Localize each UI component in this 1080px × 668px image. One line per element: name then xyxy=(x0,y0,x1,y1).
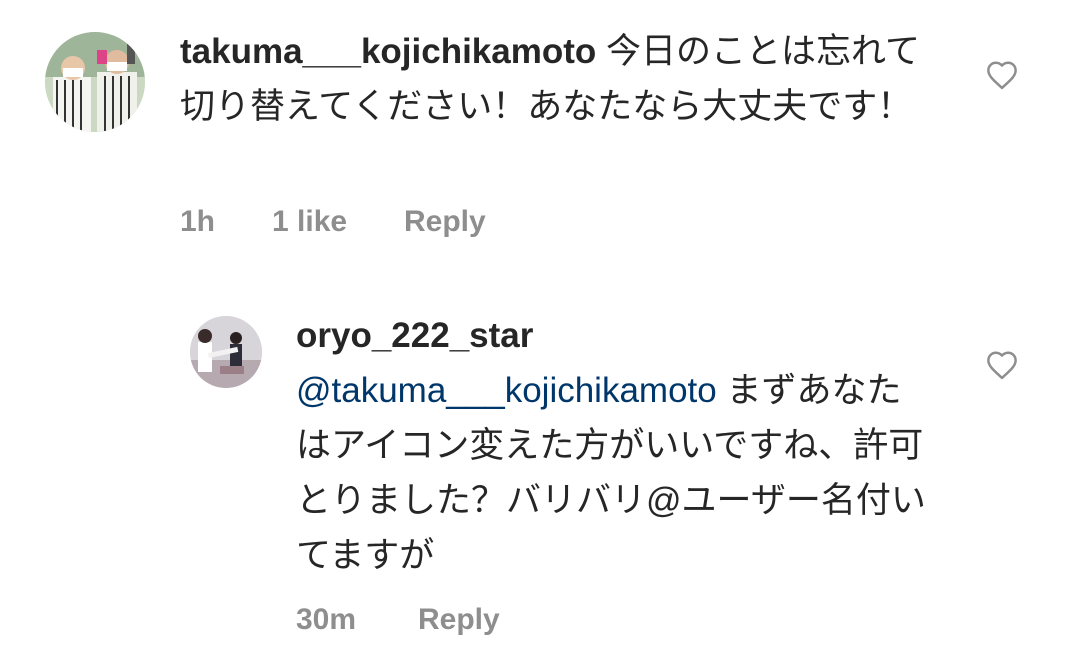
comment-1: takuma___kojichikamoto 今日のことは忘れて切り替えてくださ… xyxy=(0,0,1080,260)
reply-button[interactable]: Reply xyxy=(404,205,486,239)
reply-button[interactable]: Reply xyxy=(418,603,500,637)
avatar-photo-icon xyxy=(45,32,145,132)
timestamp: 30m xyxy=(296,603,357,636)
avatar[interactable] xyxy=(190,316,262,388)
heart-outline-icon[interactable] xyxy=(985,60,1019,90)
mention-link[interactable]: @takuma___kojichikamoto xyxy=(296,371,717,410)
avatar[interactable] xyxy=(45,32,145,132)
like-count[interactable]: 1 like xyxy=(272,205,404,239)
avatar-photo-icon xyxy=(190,316,262,388)
comment-2: oryo_222_star @takuma___kojichikamoto まず… xyxy=(0,290,1080,668)
timestamp: 1h xyxy=(180,205,216,238)
reply-text-block: oryo_222_star @takuma___kojichikamoto まず… xyxy=(296,308,936,583)
heart-outline-icon[interactable] xyxy=(985,350,1019,380)
username[interactable]: oryo_222_star xyxy=(296,316,533,355)
comment-meta: 30m Reply xyxy=(296,603,500,637)
comment-meta: 1h 1 like Reply xyxy=(180,205,486,239)
comment-text-block: takuma___kojichikamoto 今日のことは忘れて切り替えてくださ… xyxy=(180,24,940,134)
username[interactable]: takuma___kojichikamoto xyxy=(180,32,596,71)
